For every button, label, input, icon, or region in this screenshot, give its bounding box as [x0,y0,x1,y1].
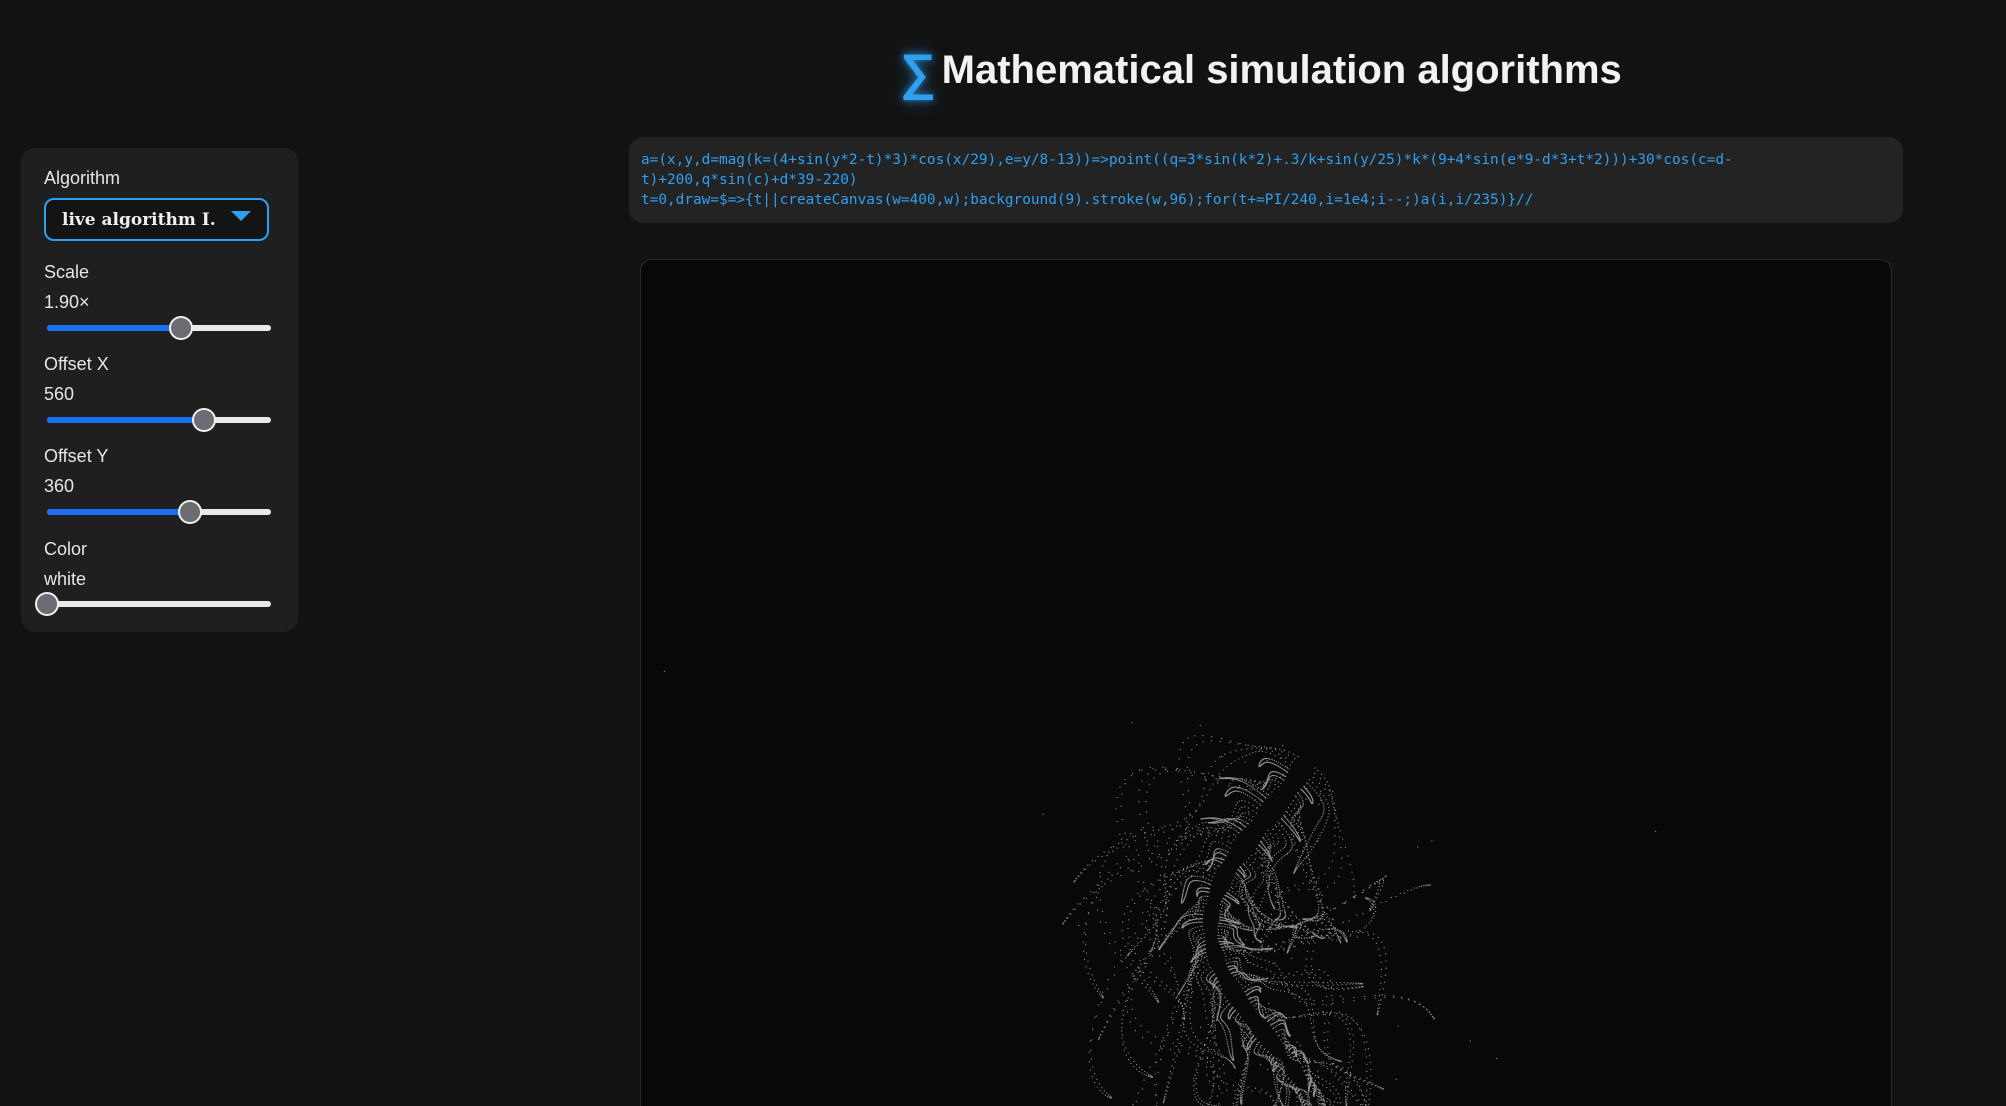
algorithm-select-value: live algorithm I. [62,209,216,230]
offset-y-label: Offset Y [44,446,109,466]
scale-slider[interactable] [47,316,271,340]
app-page: ∑ Mathematical simulation algorithms Alg… [0,0,2006,1106]
code-line-1: a=(x,y,d=mag(k=(4+sin(y*2-t)*3)*cos(x/29… [641,152,1733,168]
code-line-3: t=0,draw=$=>{t||createCanvas(w=400,w);ba… [641,192,1534,208]
code-line-2: t)+200,q*sin(c)+d*39-220) [641,172,858,188]
color-label: Color [44,539,88,559]
color-slider-track [47,601,271,607]
simulation-canvas[interactable] [640,259,1892,1106]
offset-y-value: 360 [44,476,75,496]
simulation-render [663,670,1657,1106]
simulation-points [663,670,1657,1106]
color-slider-thumb[interactable] [35,592,59,616]
sigma-icon: ∑ [900,44,936,100]
offset-y-slider-fill [47,509,191,515]
offset-x-slider-thumb[interactable] [191,408,216,432]
page-title: ∑ Mathematical simulation algorithms [900,40,1622,100]
scale-label: Scale [44,262,90,282]
offset-y-slider[interactable] [47,500,271,524]
offset-x-slider[interactable] [47,408,271,432]
algorithm-label: Algorithm [44,168,121,188]
scale-slider-thumb[interactable] [169,316,194,340]
offset-x-slider-fill [47,417,204,423]
scale-value: 1.90× [44,292,90,312]
scale-slider-fill [47,325,182,331]
offset-x-value: 560 [44,384,75,404]
chevron-down-icon [231,211,251,221]
color-value: white [44,569,87,589]
offset-x-label: Offset X [44,354,109,374]
color-slider[interactable] [35,592,271,616]
algorithm-select[interactable]: live algorithm I. [44,198,269,241]
control-panel: Algorithm live algorithm I. Scale 1.90× … [21,148,298,632]
algorithm-code-block: a=(x,y,d=mag(k=(4+sin(y*2-t)*3)*cos(x/29… [629,137,1903,223]
offset-y-slider-thumb[interactable] [178,500,203,524]
page-title-text: Mathematical simulation algorithms [941,47,1622,92]
